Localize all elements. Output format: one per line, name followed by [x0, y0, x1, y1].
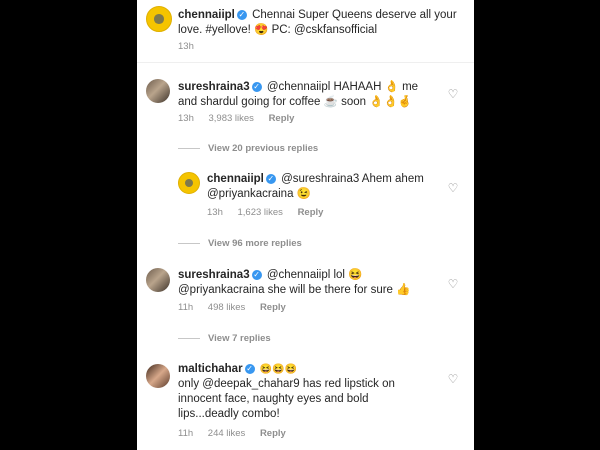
comment-time: 11h: [178, 428, 194, 439]
heart-outline-icon[interactable]: ♡: [447, 88, 459, 100]
comment-time: 13h: [178, 41, 194, 52]
avatar-sureshraina3[interactable]: [146, 79, 170, 103]
comments-panel: chennaiipl ✓ Chennai Super Queens deserve…: [137, 0, 474, 450]
comment: maltichahar ✓ 😆😆😆 only @deepak_chahar9 ha…: [178, 362, 408, 422]
comment-meta: 11h 244 likes Reply: [178, 428, 298, 439]
verified-badge-icon: ✓: [251, 270, 262, 280]
comment-username[interactable]: sureshraina3: [178, 81, 250, 93]
comment-time: 11h: [178, 302, 194, 313]
avatar-sureshraina3[interactable]: [146, 268, 170, 292]
reply-button[interactable]: Reply: [269, 113, 295, 124]
comment-username[interactable]: chennaiipl: [178, 9, 235, 21]
comment-likes[interactable]: 1,623 likes: [238, 207, 283, 218]
reply-comment: chennaiipl ✓ @sureshraina3 Ahem ahem @pri…: [207, 172, 439, 202]
comment-time: 13h: [178, 113, 194, 124]
comment: sureshraina3 ✓ @chennaiipl HAHAAH 👌 me an…: [178, 80, 440, 110]
comment-meta: 13h: [178, 41, 206, 52]
verified-badge-icon: ✓: [265, 174, 276, 184]
comment-meta: 13h 1,623 likes Reply: [207, 207, 335, 218]
comment-meta: 13h 3,983 likes Reply: [178, 113, 306, 124]
heart-outline-icon[interactable]: ♡: [447, 182, 459, 194]
comment-meta: 11h 498 likes Reply: [178, 302, 298, 313]
comment-text: only @deepak_chahar9 has red lipstick on…: [178, 378, 395, 420]
comment-username[interactable]: chennaiipl: [207, 173, 264, 185]
comment-likes[interactable]: 3,983 likes: [209, 113, 254, 124]
comment-time: 13h: [207, 207, 223, 218]
view-previous-replies-button[interactable]: View 20 previous replies: [178, 143, 318, 154]
verified-badge-icon: ✓: [236, 10, 247, 20]
comment-username[interactable]: sureshraina3: [178, 269, 250, 281]
comment-likes[interactable]: 498 likes: [208, 302, 246, 313]
heart-outline-icon[interactable]: ♡: [447, 278, 459, 290]
reply-button[interactable]: Reply: [260, 428, 286, 439]
verified-badge-icon: ✓: [251, 82, 262, 92]
reply-button[interactable]: Reply: [298, 207, 324, 218]
reply-button[interactable]: Reply: [260, 302, 286, 313]
comment: sureshraina3 ✓ @chennaiipl lol 😆 @priyank…: [178, 268, 440, 298]
divider: [137, 62, 474, 63]
heart-outline-icon[interactable]: ♡: [447, 373, 459, 385]
comment-emojis: 😆😆😆: [259, 364, 298, 375]
comment-likes[interactable]: 244 likes: [208, 428, 246, 439]
avatar-maltichahar[interactable]: [146, 364, 170, 388]
view-replies-button[interactable]: View 7 replies: [178, 333, 271, 344]
avatar-chennaiipl[interactable]: [146, 6, 172, 32]
caption-comment: chennaiipl ✓ Chennai Super Queens deserve…: [178, 8, 463, 38]
verified-badge-icon: ✓: [244, 364, 255, 374]
avatar-chennaiipl[interactable]: [178, 172, 200, 194]
comment-username[interactable]: maltichahar: [178, 363, 243, 375]
view-more-replies-button[interactable]: View 96 more replies: [178, 238, 302, 249]
